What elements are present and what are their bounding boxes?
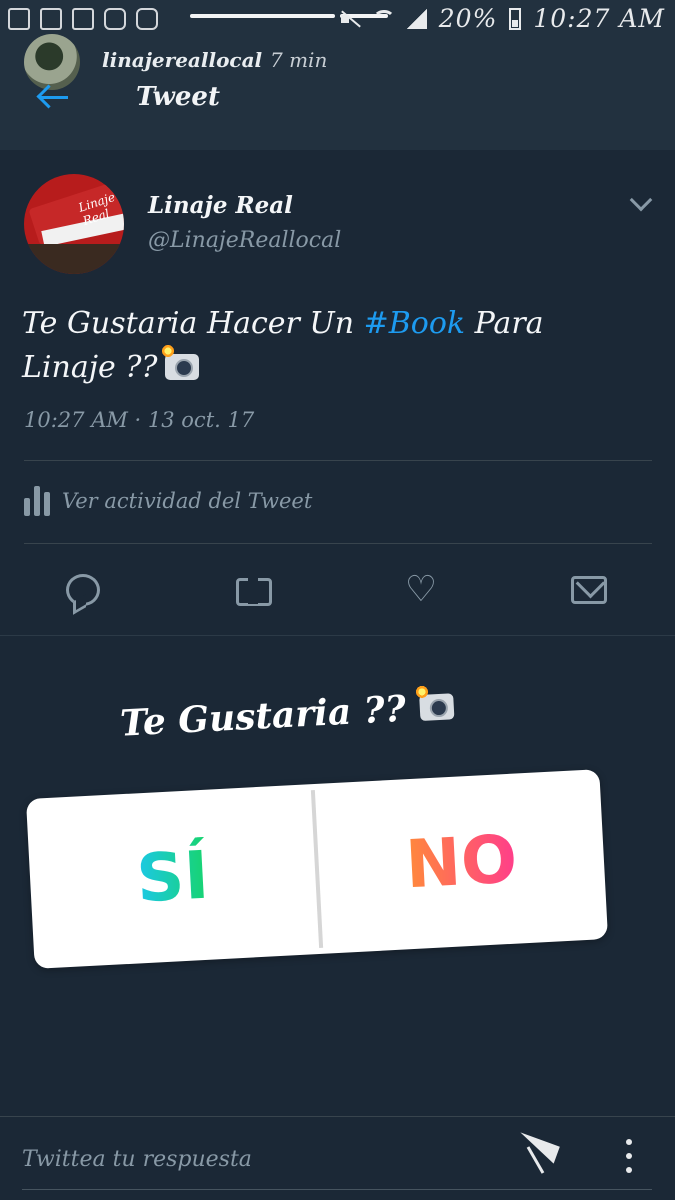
author-handle[interactable]: @LinajeReallocal: [148, 228, 341, 253]
at-icon: [104, 8, 126, 30]
mail-icon[interactable]: [571, 576, 607, 604]
tweet-text: Te Gustaria Hacer Un #Book Para Linaje ?…: [22, 302, 642, 390]
signal-icon: [406, 8, 427, 29]
chevron-down-icon[interactable]: [629, 188, 653, 212]
status-right: 20% 10:27 AM: [339, 4, 665, 33]
story-username[interactable]: linajereallocal: [102, 48, 262, 72]
tweet-timestamp: 10:27 AM · 13 oct. 17: [24, 408, 255, 432]
back-arrow-icon[interactable]: [36, 84, 70, 110]
battery-percent: 20%: [438, 4, 498, 33]
analytics-icon: [24, 486, 52, 516]
media-caption-text: Te Gustaria ??: [119, 687, 407, 745]
reply-bar: [0, 1116, 675, 1200]
camera-flash-icon: [161, 344, 200, 380]
gallery-icon: [8, 8, 30, 30]
notification-icons: [8, 8, 158, 30]
poll-option-no[interactable]: NO: [315, 769, 609, 954]
heart-icon[interactable]: ♡: [401, 570, 441, 610]
media-caption: Te Gustaria ??: [119, 685, 455, 745]
clock: 10:27 AM: [533, 4, 665, 33]
battery-icon: [509, 7, 522, 30]
avatar-base: [24, 244, 124, 274]
send-icon[interactable]: [516, 1135, 562, 1175]
poll-yes-label: SÍ: [134, 836, 211, 917]
reply-underline: [22, 1189, 652, 1190]
story-progress-segment: [190, 14, 335, 18]
page-title: Tweet: [136, 82, 220, 112]
camera-flash-icon: [419, 693, 455, 722]
facebook-icon: [40, 8, 62, 30]
reply-input[interactable]: [22, 1147, 462, 1172]
reply-icon[interactable]: [66, 574, 100, 606]
story-time-ago: 7 min: [270, 48, 328, 72]
tweet-activity-link[interactable]: Ver actividad del Tweet: [24, 486, 312, 516]
poll-sticker: SÍ NO: [25, 769, 609, 969]
retweet-icon[interactable]: [234, 570, 274, 610]
story-header: 20% 10:27 AM linajereallocal 7 min Tweet: [0, 0, 675, 150]
more-options-icon[interactable]: [622, 1139, 636, 1173]
author-avatar[interactable]: Linaje Real: [24, 174, 124, 274]
status-bar: 20% 10:27 AM: [0, 0, 675, 40]
poll-no-label: NO: [403, 820, 519, 903]
mute-icon: [339, 10, 361, 28]
tweet-text-before: Te Gustaria Hacer Un: [22, 306, 364, 341]
tweet-actions: ♡: [0, 570, 675, 610]
tweet-media[interactable]: Te Gustaria ?? SÍ NO: [0, 635, 675, 1115]
tweet: Linaje Real Linaje Real @LinajeReallocal…: [0, 150, 675, 635]
calendar-icon: [72, 8, 94, 30]
wifi-icon: [372, 9, 395, 28]
instagram-icon: [136, 8, 158, 30]
hashtag-link[interactable]: #Book: [364, 306, 465, 341]
story-avatar[interactable]: [24, 34, 80, 90]
divider: [24, 543, 652, 544]
poll-option-yes[interactable]: SÍ: [26, 784, 320, 969]
activity-label: Ver actividad del Tweet: [62, 489, 313, 513]
author-name[interactable]: Linaje Real: [148, 192, 293, 219]
divider: [24, 460, 652, 461]
